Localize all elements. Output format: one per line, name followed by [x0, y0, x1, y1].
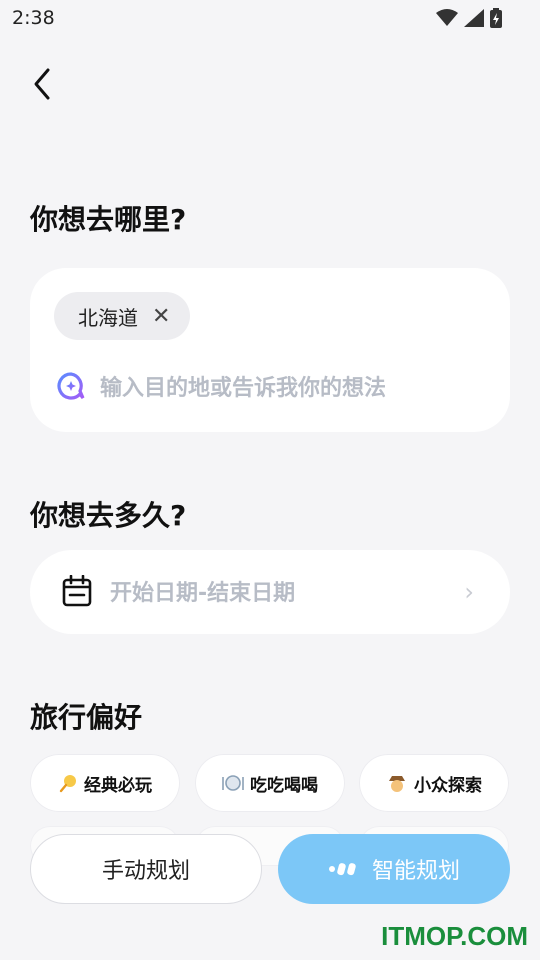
destination-placeholder: 输入目的地或告诉我你的想法 [100, 376, 387, 401]
pref-label: 小众探索 [414, 775, 482, 796]
pref-label: 吃吃喝喝 [250, 775, 318, 796]
destination-chip[interactable]: 北海道 ✕ [54, 292, 191, 340]
pref-food[interactable]: 吃吃喝喝 [195, 754, 345, 812]
date-picker[interactable]: 开始日期-结束日期 › [30, 550, 510, 634]
how-long-title: 你想去多久? [30, 499, 187, 532]
date-placeholder: 开始日期-结束日期 [110, 581, 296, 606]
manual-plan-label: 手动规划 [101, 859, 190, 884]
back-button[interactable] [28, 64, 60, 104]
watermark: ITMOP.COM [381, 921, 528, 951]
chevron-left-icon [34, 68, 50, 100]
destination-card: 北海道 ✕ 输入目的地或告诉我你的想法 [30, 268, 510, 432]
where-title: 你想去哪里? [30, 203, 187, 236]
destination-chip-label: 北海道 [78, 305, 138, 330]
calendar-icon [62, 575, 92, 607]
signal-icon [464, 9, 484, 27]
battery-icon [490, 8, 502, 28]
pref-niche[interactable]: 小众探索 [359, 754, 509, 812]
plate-icon [222, 775, 244, 791]
close-icon[interactable]: ✕ [152, 304, 170, 329]
ai-dots-icon [328, 863, 356, 876]
pin-icon [59, 775, 76, 793]
preferences-title: 旅行偏好 [30, 701, 143, 734]
status-icons [436, 8, 502, 28]
pref-label: 经典必玩 [84, 775, 152, 796]
wifi-icon [436, 9, 458, 26]
status-bar: 2:38 [0, 0, 540, 36]
manual-plan-button[interactable]: 手动规划 [30, 834, 262, 904]
smart-plan-button[interactable]: 智能规划 [278, 834, 510, 904]
explorer-icon [389, 776, 405, 792]
status-time: 2:38 [12, 7, 55, 29]
pref-classic[interactable]: 经典必玩 [30, 754, 180, 812]
smart-plan-label: 智能规划 [371, 859, 460, 884]
destination-input[interactable]: 输入目的地或告诉我你的想法 [56, 370, 386, 402]
ai-chat-icon [57, 372, 85, 400]
chevron-right-icon: › [464, 578, 474, 606]
